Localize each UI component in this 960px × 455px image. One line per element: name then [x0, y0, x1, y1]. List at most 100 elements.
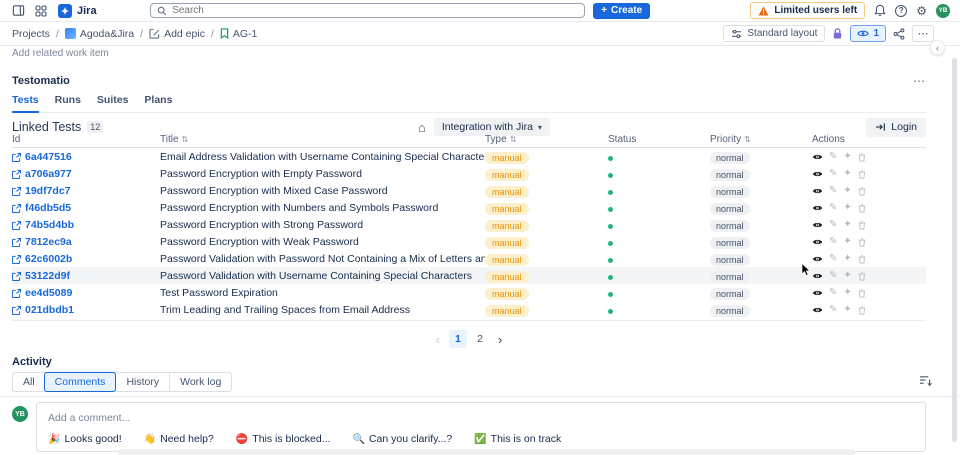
ai-sparkle-icon[interactable]: ✦	[843, 271, 851, 281]
view-eye-icon[interactable]	[812, 187, 823, 195]
table-row[interactable]: 19df7dc7 Password Encryption with Mixed …	[12, 182, 926, 199]
activity-tab[interactable]: Work log	[169, 373, 231, 391]
view-eye-icon[interactable]	[812, 289, 823, 297]
search-input[interactable]	[172, 5, 579, 16]
delete-trash-icon[interactable]	[858, 203, 866, 213]
edit-pencil-icon[interactable]: ✎	[829, 169, 837, 179]
sidebar-toggle-icon[interactable]	[10, 3, 26, 19]
ai-sparkle-icon[interactable]: ✦	[843, 288, 851, 298]
column-header[interactable]: Id ⇅	[12, 134, 160, 145]
delete-trash-icon[interactable]	[858, 288, 866, 298]
column-header[interactable]: Title ⇅	[160, 134, 485, 145]
edit-pencil-icon[interactable]: ✎	[829, 254, 837, 264]
panel-tab[interactable]: Plans	[144, 94, 172, 112]
delete-trash-icon[interactable]	[858, 305, 866, 315]
quick-reply-button[interactable]: 🔍 Can you clarify...?	[353, 433, 453, 445]
more-actions-button[interactable]: ⋯	[912, 25, 934, 42]
activity-tab[interactable]: History	[115, 373, 169, 391]
comment-editor[interactable]: Add a comment... 🎉 Looks good! 👋 Need he…	[36, 402, 926, 452]
ai-sparkle-icon[interactable]: ✦	[843, 254, 851, 264]
external-link-icon[interactable]	[12, 152, 21, 162]
external-link-icon[interactable]	[12, 237, 21, 247]
view-eye-icon[interactable]	[812, 221, 823, 229]
comment-placeholder[interactable]: Add a comment...	[48, 412, 914, 424]
external-link-icon[interactable]	[12, 288, 21, 298]
breadcrumb-workitem[interactable]: AG-1	[220, 28, 257, 40]
table-row[interactable]: ee4d5089 Test Password Expiration manual…	[12, 284, 926, 301]
sort-order-icon[interactable]	[919, 375, 932, 386]
activity-tab[interactable]: Comments	[43, 372, 117, 392]
delete-trash-icon[interactable]	[858, 254, 866, 264]
delete-trash-icon[interactable]	[858, 186, 866, 196]
standard-layout-button[interactable]: Standard layout	[723, 25, 826, 42]
ai-sparkle-icon[interactable]: ✦	[843, 305, 851, 315]
quick-reply-button[interactable]: ✅ This is on track	[474, 433, 561, 445]
table-row[interactable]: 7812ec9a Password Encryption with Weak P…	[12, 233, 926, 250]
panel-more-icon[interactable]: ⋯	[913, 74, 926, 88]
page-button[interactable]: 2	[471, 330, 489, 348]
delete-trash-icon[interactable]	[858, 152, 866, 162]
delete-trash-icon[interactable]	[858, 169, 866, 179]
external-link-icon[interactable]	[12, 203, 21, 213]
help-icon[interactable]: ?	[895, 4, 908, 17]
delete-trash-icon[interactable]	[858, 220, 866, 230]
column-header[interactable]: Type ⇅	[485, 134, 608, 145]
next-page-icon[interactable]: ›	[498, 333, 502, 346]
edit-pencil-icon[interactable]: ✎	[829, 305, 837, 315]
table-row[interactable]: 62c6002b Password Validation with Passwo…	[12, 250, 926, 267]
create-button[interactable]: + Create	[593, 2, 651, 19]
share-icon[interactable]	[893, 27, 905, 40]
test-id-link[interactable]: 19df7dc7	[25, 185, 71, 197]
test-id-link[interactable]: 53122d9f	[25, 270, 70, 282]
panel-tab[interactable]: Suites	[97, 94, 129, 112]
column-header[interactable]: Actions ⇅	[812, 134, 926, 145]
ai-sparkle-icon[interactable]: ✦	[843, 237, 851, 247]
settings-gear-icon[interactable]: ⚙	[916, 5, 927, 17]
view-eye-icon[interactable]	[812, 272, 823, 280]
quick-reply-button[interactable]: 👋 Need help?	[144, 433, 214, 445]
breadcrumb-project[interactable]: Agoda&Jira	[64, 28, 134, 40]
test-id-link[interactable]: ee4d5089	[25, 287, 72, 299]
table-row[interactable]: 021dbdb1 Trim Leading and Trailing Space…	[12, 301, 926, 318]
vertical-scrollbar[interactable]	[952, 58, 957, 442]
quick-reply-button[interactable]: ⛔ This is blocked...	[236, 433, 331, 445]
global-search[interactable]	[150, 3, 586, 18]
table-row[interactable]: f46db5d5 Password Encryption with Number…	[12, 199, 926, 216]
edit-pencil-icon[interactable]: ✎	[829, 237, 837, 247]
view-eye-icon[interactable]	[812, 204, 823, 212]
column-header[interactable]: Status ⇅	[608, 134, 710, 145]
column-header[interactable]: Priority ⇅	[710, 134, 812, 145]
external-link-icon[interactable]	[12, 169, 21, 179]
limited-users-button[interactable]: Limited users left	[750, 2, 866, 19]
delete-trash-icon[interactable]	[858, 271, 866, 281]
external-link-icon[interactable]	[12, 305, 21, 315]
quick-reply-button[interactable]: 🎉 Looks good!	[48, 433, 122, 445]
prev-page-icon[interactable]: ‹	[436, 333, 440, 346]
sort-icon[interactable]: ⇅	[510, 135, 517, 144]
page-button[interactable]: 1	[449, 330, 467, 348]
test-id-link[interactable]: 021dbdb1	[25, 304, 74, 316]
notifications-bell-icon[interactable]	[874, 4, 886, 17]
sort-icon[interactable]: ⇅	[182, 135, 189, 144]
delete-trash-icon[interactable]	[858, 237, 866, 247]
edit-pencil-icon[interactable]: ✎	[829, 152, 837, 162]
table-row[interactable]: 6a447516 Email Address Validation with U…	[12, 148, 926, 165]
panel-tab[interactable]: Runs	[55, 94, 81, 112]
ai-sparkle-icon[interactable]: ✦	[843, 203, 851, 213]
external-link-icon[interactable]	[12, 220, 21, 230]
watchers-button[interactable]: 1	[850, 25, 886, 42]
ai-sparkle-icon[interactable]: ✦	[843, 169, 851, 179]
sort-icon[interactable]: ⇅	[744, 135, 751, 144]
table-row[interactable]: 74b5d4bb Password Encryption with Strong…	[12, 216, 926, 233]
test-id-link[interactable]: a706a977	[25, 168, 72, 180]
view-eye-icon[interactable]	[812, 306, 823, 314]
view-eye-icon[interactable]	[812, 238, 823, 246]
edit-pencil-icon[interactable]: ✎	[829, 220, 837, 230]
table-row[interactable]: a706a977 Password Encryption with Empty …	[12, 165, 926, 182]
lock-icon[interactable]	[832, 27, 843, 40]
activity-tab[interactable]: All	[13, 373, 45, 391]
external-link-icon[interactable]	[12, 254, 21, 264]
user-avatar[interactable]: YB	[935, 3, 950, 18]
ai-sparkle-icon[interactable]: ✦	[843, 186, 851, 196]
add-related-work-item[interactable]: Add related work item	[12, 48, 109, 59]
